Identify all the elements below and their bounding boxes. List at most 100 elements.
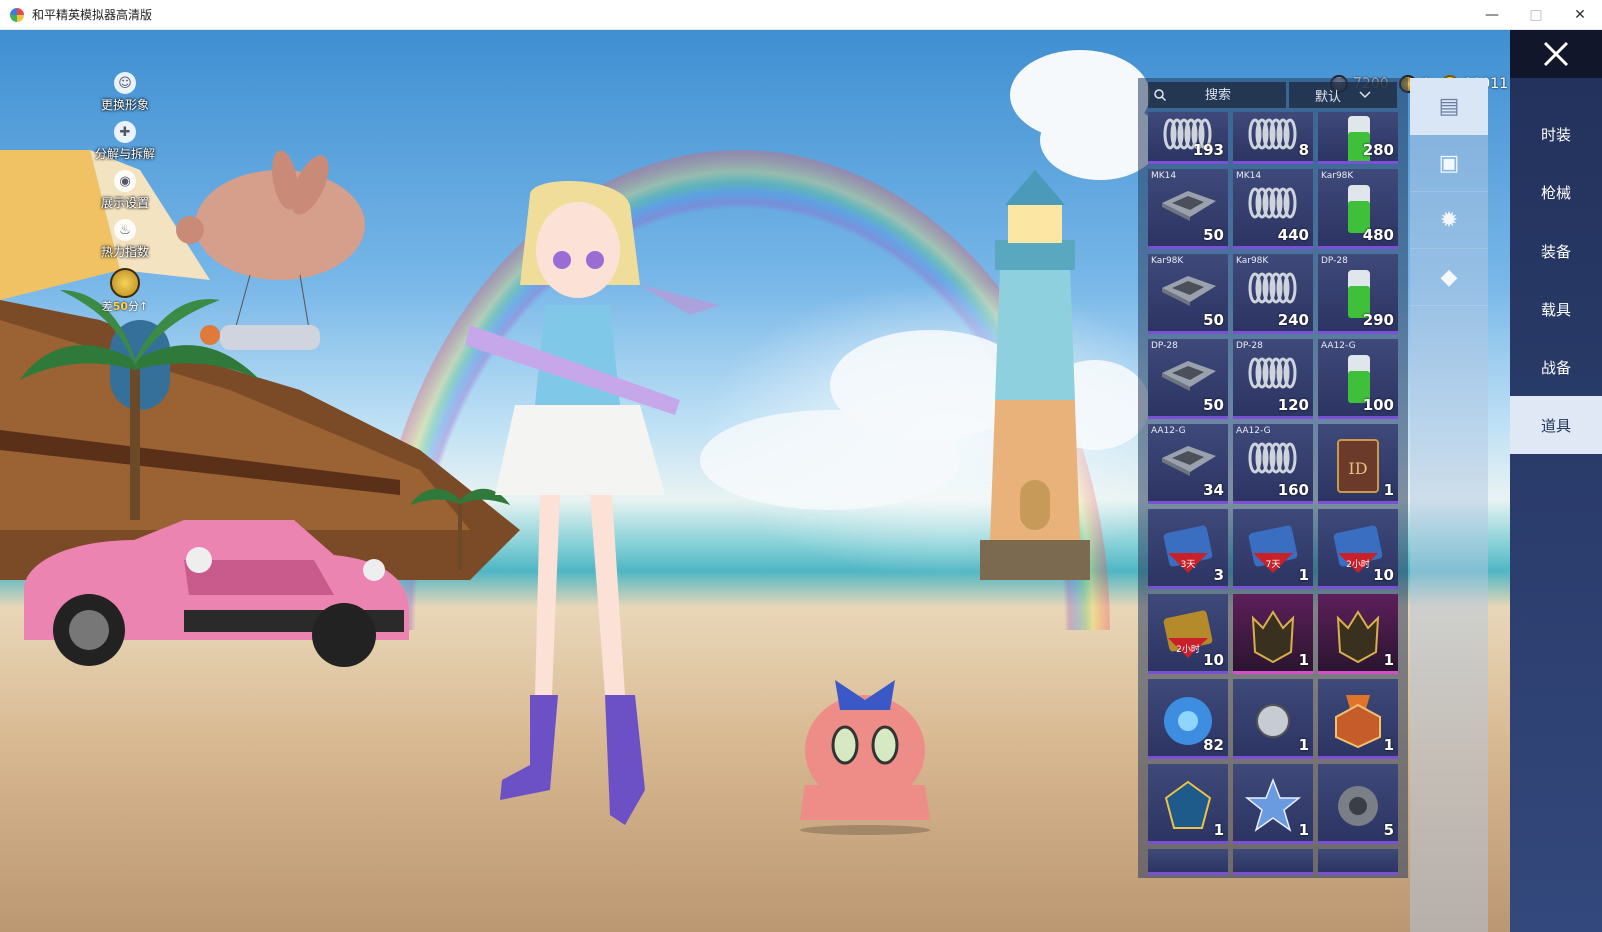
inventory-item[interactable]: DP-28 120 — [1233, 339, 1313, 419]
change-appearance-button[interactable]: ☺ 更换形象 — [70, 72, 180, 113]
chevron-down-icon — [1359, 91, 1371, 99]
inventory-item[interactable]: 1 — [1233, 679, 1313, 759]
inventory-panel: 默认 193 8 280 MK14 50 MK14 440 Kar98K 480 Kar98K 50… — [1138, 78, 1408, 878]
svg-text:2小时: 2小时 — [1176, 643, 1200, 655]
side-menu: ☺ 更换形象 ✚ 分解与拆解 ◉ 展示设置 ♨ 热力指数 差50分↑ — [70, 72, 180, 322]
wolf-icon — [1336, 610, 1380, 664]
item-count: 1 — [1298, 651, 1309, 669]
inventory-item[interactable]: 1 — [1318, 594, 1398, 674]
tab-weapons[interactable]: 枪械 — [1510, 163, 1602, 221]
item-count: 34 — [1203, 481, 1224, 499]
item-count: 50 — [1203, 311, 1224, 329]
tab-equipment[interactable]: 装备 — [1510, 222, 1602, 280]
inventory-item[interactable]: 1 — [1233, 764, 1313, 844]
inventory-item[interactable]: 2小时 10 — [1318, 509, 1398, 589]
pink-convertible-car — [24, 520, 409, 667]
exp-card-icon: 7天 — [1248, 525, 1298, 573]
item-count: 1 — [1383, 481, 1394, 499]
score-gap-text: 差50分↑ — [101, 300, 149, 313]
tab-vehicles[interactable]: 载具 — [1510, 280, 1602, 338]
tab-combat-prep[interactable]: 战备 — [1510, 338, 1602, 396]
item-name: Kar98K — [1321, 171, 1354, 181]
inventory-grid: 193 8 280 MK14 50 MK14 440 Kar98K 480 Kar98K 50 Kar… — [1148, 112, 1408, 875]
item-name: AA12-G — [1151, 426, 1186, 436]
inventory-item[interactable]: 1 — [1318, 679, 1398, 759]
category-ticket[interactable]: ◆ — [1410, 249, 1488, 306]
close-window-button[interactable]: ✕ — [1558, 0, 1602, 30]
item-name: MK14 — [1151, 171, 1177, 181]
inventory-item[interactable] — [1318, 849, 1398, 875]
item-count: 440 — [1277, 226, 1309, 244]
silver-token-icon — [1256, 704, 1290, 738]
inventory-item[interactable]: 5 — [1318, 764, 1398, 844]
octopus-pet — [800, 680, 930, 835]
category-chest[interactable]: ▣ — [1410, 135, 1488, 192]
svg-text:2小时: 2小时 — [1346, 558, 1370, 570]
app-logo-icon — [10, 7, 24, 22]
item-count: 160 — [1277, 481, 1309, 499]
item-name: AA12-G — [1236, 426, 1271, 436]
inventory-item[interactable]: Kar98K 240 — [1233, 254, 1313, 334]
spring-icon — [1248, 272, 1297, 304]
search-icon — [1154, 89, 1166, 101]
maximize-button[interactable]: □ — [1514, 0, 1558, 30]
item-count: 1 — [1298, 566, 1309, 584]
item-count: 480 — [1362, 226, 1394, 244]
category-firework[interactable]: ✹ — [1410, 192, 1488, 249]
card-icon: ▤ — [1438, 93, 1460, 119]
inventory-item[interactable]: MK14 50 — [1148, 169, 1228, 249]
inventory-item[interactable]: 7天 1 — [1233, 509, 1313, 589]
item-count: 240 — [1277, 311, 1309, 329]
sort-dropdown[interactable]: 默认 — [1289, 82, 1397, 108]
inventory-item[interactable] — [1233, 849, 1313, 875]
inventory-item[interactable]: DP-28 290 — [1318, 254, 1398, 334]
item-count: 50 — [1203, 396, 1224, 414]
inventory-item[interactable]: ID 1 — [1318, 424, 1398, 504]
item-count: 193 — [1192, 141, 1224, 159]
item-count: 280 — [1362, 141, 1394, 159]
item-count: 50 — [1203, 226, 1224, 244]
inventory-item[interactable]: 82 — [1148, 679, 1228, 759]
inventory-item[interactable]: DP-28 50 — [1148, 339, 1228, 419]
inventory-item[interactable]: Kar98K 480 — [1318, 169, 1398, 249]
inventory-item[interactable]: 1 — [1148, 764, 1228, 844]
tray-icon — [1162, 191, 1216, 221]
item-count: 1 — [1298, 736, 1309, 754]
metal-icon — [1338, 786, 1378, 826]
inventory-item[interactable]: 193 — [1148, 112, 1228, 164]
window-titlebar: 和平精英模拟器高清版 — □ ✕ — [0, 0, 1602, 30]
firework-icon: ✹ — [1439, 207, 1459, 233]
decompose-button[interactable]: ✚ 分解与拆解 — [70, 121, 180, 162]
inventory-item[interactable]: MK14 440 — [1233, 169, 1313, 249]
display-settings-button[interactable]: ◉ 展示设置 — [70, 170, 180, 211]
puzzle-icon: ✚ — [114, 121, 136, 143]
search-input[interactable] — [1166, 86, 1270, 104]
minimize-button[interactable]: — — [1470, 0, 1514, 30]
heat-index-button[interactable]: ♨ 热力指数 — [70, 219, 180, 260]
inventory-item[interactable]: AA12-G 100 — [1318, 339, 1398, 419]
search-field — [1148, 82, 1286, 108]
close-panel-button[interactable] — [1510, 30, 1602, 78]
inventory-item[interactable]: 3天 3 — [1148, 509, 1228, 589]
item-count: 1 — [1213, 821, 1224, 839]
inventory-item[interactable]: 2小时 10 — [1148, 594, 1228, 674]
item-count: 100 — [1362, 396, 1394, 414]
tab-items[interactable]: 道具 — [1510, 396, 1602, 454]
tray-icon — [1162, 446, 1216, 476]
item-count: 8 — [1298, 141, 1309, 159]
inventory-item[interactable]: Kar98K 50 — [1148, 254, 1228, 334]
item-count: 5 — [1383, 821, 1394, 839]
inventory-item[interactable] — [1148, 849, 1228, 875]
tab-fashion[interactable]: 时装 — [1510, 105, 1602, 163]
inventory-item[interactable]: 1 — [1233, 594, 1313, 674]
spring-icon — [1248, 118, 1297, 150]
medal-icon — [1335, 695, 1381, 749]
rank-score-button[interactable]: 差50分↑ — [70, 268, 180, 314]
inventory-item[interactable]: AA12-G 34 — [1148, 424, 1228, 504]
inventory-item[interactable]: AA12-G 160 — [1233, 424, 1313, 504]
inventory-item[interactable]: 280 — [1318, 112, 1398, 164]
category-card[interactable]: ▤ — [1410, 78, 1488, 135]
inventory-item[interactable]: 8 — [1233, 112, 1313, 164]
spring-icon — [1248, 187, 1297, 219]
svg-text:3天: 3天 — [1181, 560, 1196, 570]
